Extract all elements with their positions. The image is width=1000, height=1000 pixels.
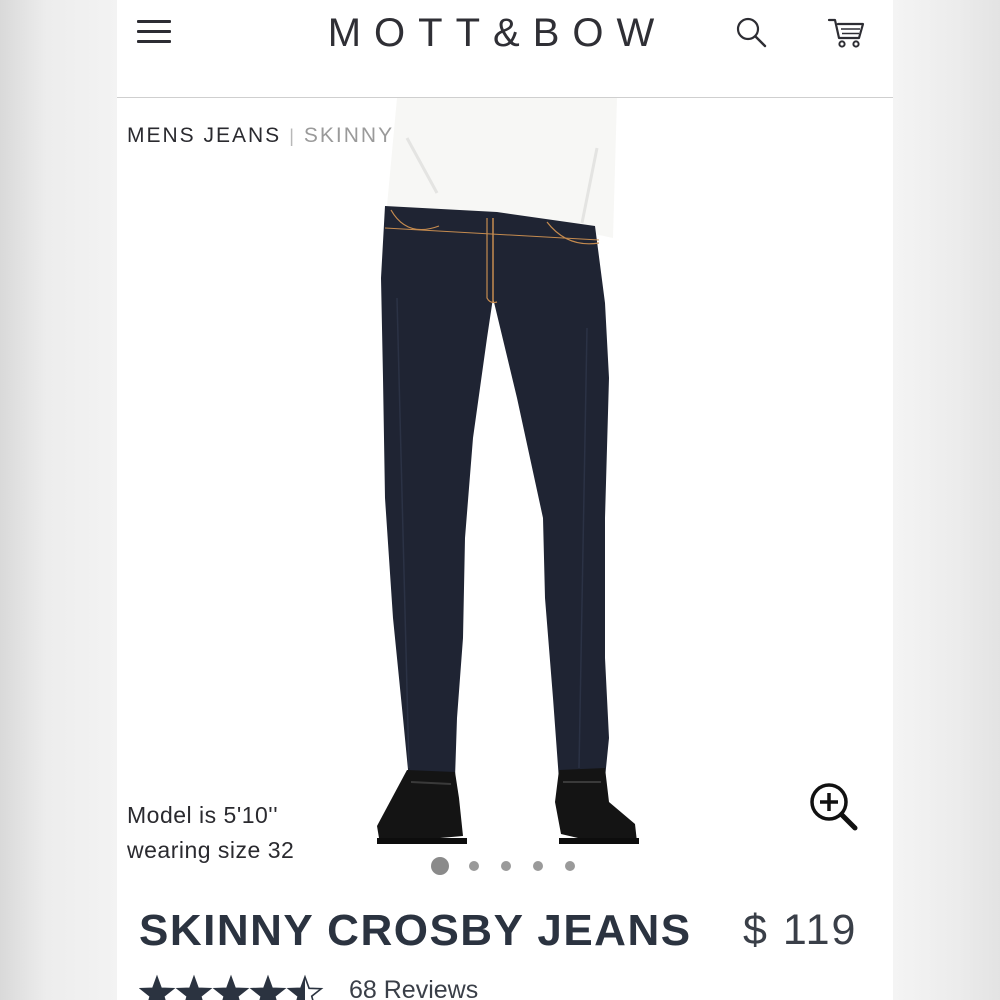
model-note-size: wearing size 32 [127, 837, 295, 863]
breadcrumb-current: SKINNY [303, 124, 395, 147]
product-photo[interactable] [347, 98, 647, 858]
product-title: SKINNY CROSBY JEANS [139, 906, 692, 955]
rating-stars [139, 974, 324, 1000]
carousel-dot[interactable] [501, 861, 511, 871]
reviews-link[interactable]: 68 Reviews [349, 976, 478, 1000]
star-icon [249, 974, 287, 1000]
star-icon [212, 974, 250, 1000]
carousel-dot[interactable] [533, 861, 543, 871]
top-navigation-bar: MOTT&BOW [117, 0, 893, 98]
mobile-page: MOTT&BOW MENS JEANS | SKINNY Model is 5'… [117, 0, 893, 1000]
star-icon [139, 974, 176, 1000]
brand-logo[interactable]: MOTT&BOW [320, 8, 675, 58]
zoom-in-icon[interactable] [807, 780, 863, 836]
breadcrumb: MENS JEANS | SKINNY [127, 124, 394, 148]
carousel-dot[interactable] [469, 861, 479, 871]
search-icon[interactable] [734, 15, 770, 51]
star-icon [175, 974, 213, 1000]
product-rating[interactable]: 68 Reviews [139, 970, 539, 1000]
breadcrumb-parent[interactable]: MENS JEANS [127, 124, 281, 147]
carousel-pagination [431, 856, 581, 876]
cart-icon[interactable] [827, 14, 867, 50]
product-image-gallery[interactable]: MENS JEANS | SKINNY Model is 5'10'' wearin… [117, 98, 893, 878]
background-right [893, 0, 1000, 1000]
breadcrumb-separator: | [289, 126, 296, 146]
carousel-dot[interactable] [431, 857, 449, 875]
product-price: $ 119 [743, 906, 858, 954]
model-size-note: Model is 5'10'' wearing size 32 [127, 798, 294, 868]
carousel-dot[interactable] [565, 861, 575, 871]
background-left [0, 0, 117, 1000]
menu-icon[interactable] [137, 18, 171, 44]
model-note-height: Model is 5'10'' [127, 802, 279, 828]
